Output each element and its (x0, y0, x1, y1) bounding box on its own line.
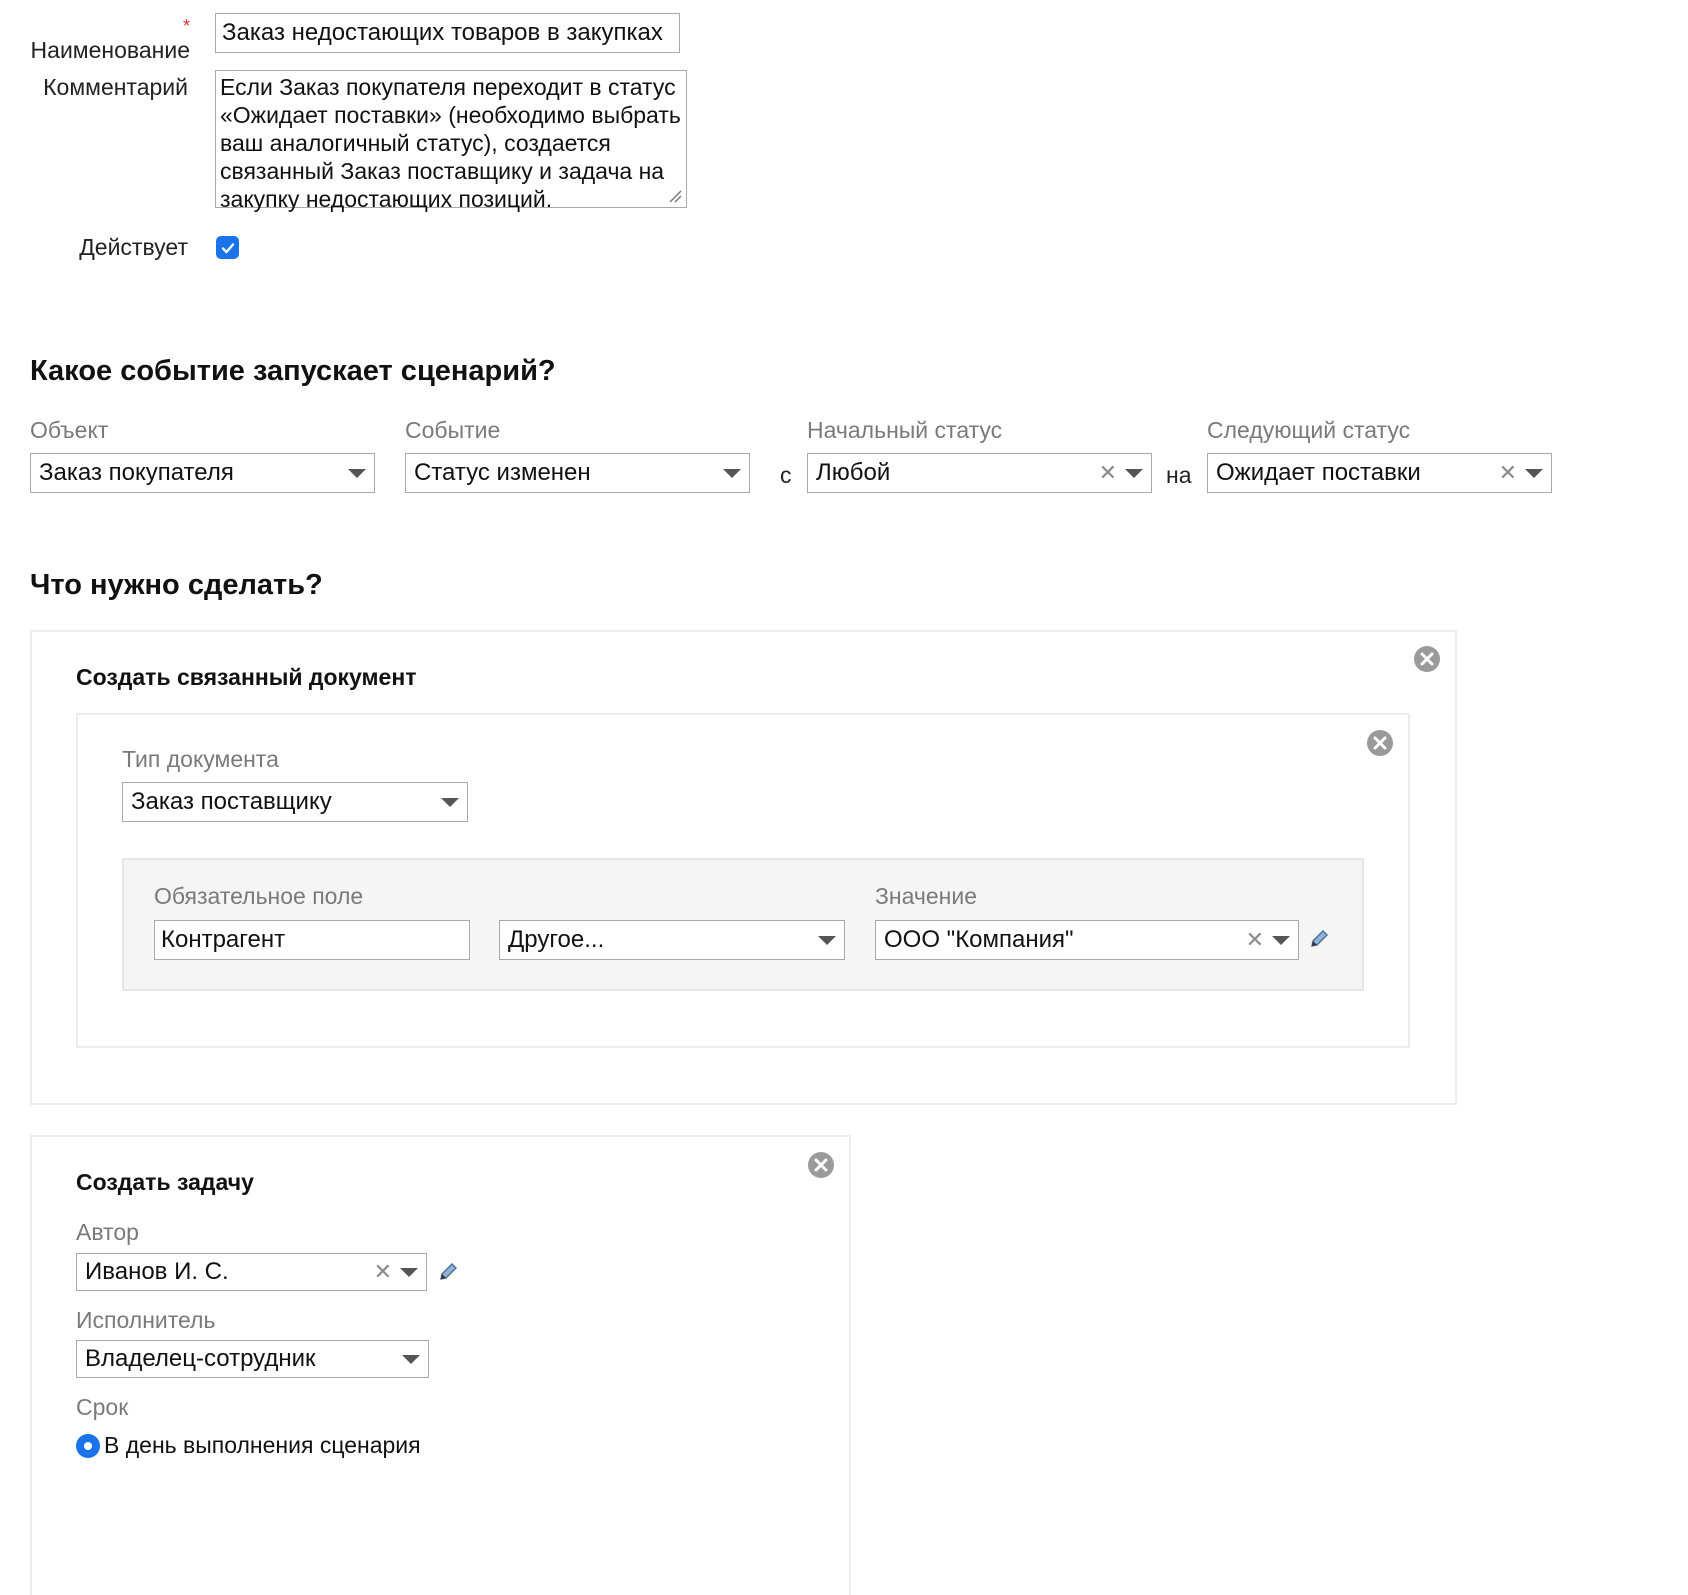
trigger-heading: Какое событие запускает сценарий? (30, 355, 556, 387)
comment-textarea-value: Если Заказ покупателя переходит в статус… (220, 74, 681, 212)
required-field-input[interactable]: Контрагент (154, 920, 470, 960)
linked-document-title: Создать связанный документ (76, 664, 417, 690)
clear-icon[interactable]: ✕ (374, 1261, 392, 1283)
task-title: Создать задачу (76, 1169, 254, 1195)
radio-dot (84, 1442, 92, 1450)
start-status-label: Начальный статус (807, 417, 1003, 443)
remove-task-icon[interactable] (807, 1151, 835, 1179)
chevron-down-icon (1272, 935, 1290, 945)
active-label: Действует (79, 234, 188, 260)
object-select-value: Заказ покупателя (39, 459, 234, 486)
next-status-label: Следующий статус (1207, 417, 1411, 443)
chevron-down-icon (402, 1354, 420, 1364)
name-label-row: * Наименование (20, 16, 190, 64)
clear-icon[interactable]: ✕ (1499, 462, 1517, 484)
value-label: Значение (875, 883, 977, 909)
source-select[interactable]: Другое... (499, 920, 845, 960)
from-word: с (780, 462, 792, 488)
to-word: на (1166, 462, 1192, 488)
remove-action-icon[interactable] (1413, 645, 1441, 673)
assignee-label: Исполнитель (76, 1307, 216, 1333)
required-field-label: Обязательное поле (154, 883, 364, 909)
chevron-down-icon (1525, 468, 1543, 478)
event-label: Событие (405, 417, 501, 443)
assignee-select[interactable]: Владелец-сотрудник (76, 1340, 429, 1378)
chevron-down-icon (400, 1267, 418, 1277)
name-label: Наименование (30, 37, 190, 63)
actions-heading: Что нужно сделать? (30, 569, 323, 601)
source-select-value: Другое... (508, 926, 605, 953)
required-field-value: Контрагент (161, 926, 286, 953)
chevron-down-icon (723, 468, 741, 478)
remove-document-icon[interactable] (1366, 729, 1394, 757)
deadline-radio[interactable] (76, 1434, 100, 1458)
doc-type-select[interactable]: Заказ поставщику (122, 782, 468, 822)
clear-icon[interactable]: ✕ (1099, 462, 1117, 484)
author-label: Автор (76, 1219, 139, 1245)
author-select[interactable]: Иванов И. С. ✕ (76, 1253, 427, 1291)
assignee-value: Владелец-сотрудник (85, 1345, 316, 1372)
required-mark: * (182, 16, 190, 36)
doc-type-value: Заказ поставщику (131, 788, 332, 815)
pencil-icon[interactable] (437, 1261, 459, 1283)
active-checkbox[interactable] (216, 236, 239, 259)
object-label: Объект (30, 417, 109, 443)
pencil-icon[interactable] (1308, 928, 1330, 950)
object-select[interactable]: Заказ покупателя (30, 453, 375, 493)
chevron-down-icon (441, 797, 459, 807)
name-input[interactable]: Заказ недостающих товаров в закупках (215, 13, 680, 53)
start-status-value: Любой (816, 459, 891, 486)
clear-icon[interactable]: ✕ (1246, 929, 1264, 951)
value-select[interactable]: ООО "Компания" ✕ (875, 920, 1299, 960)
event-select-value: Статус изменен (414, 459, 591, 486)
next-status-value: Ожидает поставки (1216, 459, 1421, 486)
start-status-select[interactable]: Любой ✕ (807, 453, 1152, 493)
comment-label: Комментарий (43, 74, 188, 100)
resize-handle-icon[interactable] (668, 189, 682, 203)
chevron-down-icon (818, 935, 836, 945)
next-status-select[interactable]: Ожидает поставки ✕ (1207, 453, 1552, 493)
comment-textarea[interactable]: Если Заказ покупателя переходит в статус… (215, 70, 687, 212)
author-value: Иванов И. С. (85, 1258, 229, 1285)
event-select[interactable]: Статус изменен (405, 453, 750, 493)
doc-type-label: Тип документа (122, 746, 279, 772)
value-select-value: ООО "Компания" (884, 926, 1074, 953)
checkmark-icon (221, 242, 234, 253)
name-input-value: Заказ недостающих товаров в закупках (222, 19, 663, 46)
deadline-option-label: В день выполнения сценария (104, 1432, 421, 1458)
chevron-down-icon (348, 468, 366, 478)
chevron-down-icon (1125, 468, 1143, 478)
deadline-label: Срок (76, 1394, 129, 1420)
